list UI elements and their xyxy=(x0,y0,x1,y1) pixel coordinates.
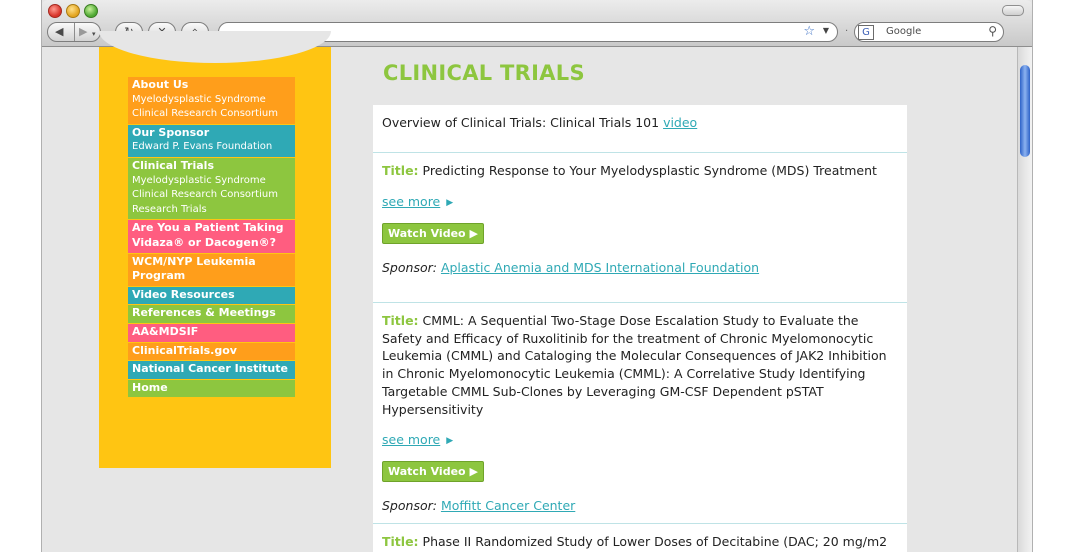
sponsor-label: Sponsor: xyxy=(382,259,437,275)
sponsor-label: Sponsor: xyxy=(382,498,437,514)
watch-video-button[interactable]: Watch Video ▶ xyxy=(382,222,484,244)
title-label: Title: xyxy=(382,534,419,549)
web-page: About Us Myelodysplastic Syndrome Clinica… xyxy=(42,31,1018,552)
trial-item: Title: Predicting Response to Your Myelo… xyxy=(373,153,907,303)
sidebar-menu: About Us Myelodysplastic Syndrome Clinica… xyxy=(128,77,295,398)
play-icon: ▶ xyxy=(469,226,478,240)
watch-video-label: Watch Video xyxy=(388,465,466,479)
play-icon: ▶ xyxy=(469,465,478,479)
back-arrow-icon[interactable]: ◀ xyxy=(55,25,63,39)
nav-divider xyxy=(74,23,75,41)
watch-video-label: Watch Video xyxy=(388,226,466,240)
url-dropdown-icon[interactable]: ▼ xyxy=(823,26,829,35)
see-more-text[interactable]: see more xyxy=(382,194,440,209)
close-window-button[interactable] xyxy=(48,4,62,18)
search-engine-icon[interactable]: G xyxy=(858,25,874,40)
search-field[interactable]: G Google ⚲ xyxy=(854,22,1004,42)
sidebar-item-label: Video Resources xyxy=(132,287,235,301)
sponsor-line: Sponsor: Moffitt Cancer Center xyxy=(382,498,898,513)
trial-title: Title: Phase II Randomized Study of Lowe… xyxy=(382,533,898,552)
sponsor-link[interactable]: Aplastic Anemia and MDS International Fo… xyxy=(441,260,759,275)
page-title: CLINICAL TRIALS xyxy=(383,61,585,85)
play-arrow-icon[interactable]: ▶ xyxy=(446,198,453,208)
search-placeholder: Google xyxy=(886,26,922,37)
sidebar-item-sublabel: Myelodysplastic Syndrome Clinical Resear… xyxy=(132,93,278,120)
toolbar-separator: · xyxy=(845,26,849,37)
trial-title-text: Phase II Randomized Study of Lower Doses… xyxy=(382,534,888,552)
see-more-link[interactable]: see more ▶ xyxy=(382,432,898,447)
trial-title: Title: Predicting Response to Your Myelo… xyxy=(382,162,898,180)
browser-window: ◀ ▶ ▾ ↻ ✕ ⌂ ☆ ▼ · G Google ⚲ About UsMye… xyxy=(41,0,1033,552)
sidebar-item-label: Are You a Patient Taking Vidaza® or Daco… xyxy=(132,221,284,249)
see-more-text[interactable]: see more xyxy=(382,432,440,447)
sidebar-item-label: Clinical Trials xyxy=(132,158,214,172)
scrollbar-thumb[interactable] xyxy=(1020,65,1030,157)
overview-row: Overview of Clinical Trials: Clinical Tr… xyxy=(373,105,907,153)
see-more-link[interactable]: see more ▶ xyxy=(382,194,898,209)
title-label: Title: xyxy=(382,313,419,328)
sidebar-item[interactable]: WCM/NYP Leukemia Program xyxy=(128,253,295,286)
sidebar-item[interactable]: Video Resources xyxy=(128,286,295,305)
sidebar-item[interactable]: Our Sponsor Edward P. Evans Foundation xyxy=(128,124,295,157)
sidebar-item-label: National Cancer Institute xyxy=(132,362,288,376)
vertical-scrollbar[interactable] xyxy=(1017,47,1032,552)
sidebar-item-label: About Us xyxy=(132,78,189,91)
sidebar-item-sublabel: Edward P. Evans Foundation xyxy=(132,141,273,153)
maximize-window-button[interactable] xyxy=(84,4,98,18)
sidebar-item-label: WCM/NYP Leukemia Program xyxy=(132,254,256,283)
sidebar-item[interactable]: ClinicalTrials.gov xyxy=(128,342,295,361)
sidebar-item[interactable]: About Us Myelodysplastic Syndrome Clinica… xyxy=(128,77,295,124)
sidebar-item-label: AA&MDSIF xyxy=(132,324,199,338)
history-dropdown-icon[interactable]: ▾ xyxy=(92,27,96,41)
trial-item: Title: Phase II Randomized Study of Lowe… xyxy=(373,524,907,552)
sidebar-item-label: Home xyxy=(132,380,168,394)
forward-arrow-icon[interactable]: ▶ xyxy=(79,25,87,39)
trial-title: Title: CMML: A Sequential Two-Stage Dose… xyxy=(382,312,898,418)
title-label: Title: xyxy=(382,163,419,178)
sponsor-line: Sponsor: Aplastic Anemia and MDS Interna… xyxy=(382,260,898,275)
sidebar-item[interactable]: AA&MDSIF xyxy=(128,323,295,342)
trial-title-text: Predicting Response to Your Myelodysplas… xyxy=(422,163,877,178)
sidebar-item[interactable]: References & Meetings xyxy=(128,305,295,323)
trial-title-text: CMML: A Sequential Two-Stage Dose Escala… xyxy=(382,313,887,417)
trials-list: Overview of Clinical Trials: Clinical Tr… xyxy=(373,105,907,552)
toolbar-toggle-button[interactable] xyxy=(1002,5,1024,16)
watch-video-button[interactable]: Watch Video ▶ xyxy=(382,461,484,483)
sidebar-item[interactable]: Home xyxy=(128,379,295,398)
minimize-window-button[interactable] xyxy=(66,4,80,18)
sidebar-item-label: References & Meetings xyxy=(132,306,276,320)
sidebar-item[interactable]: Clinical Trials Myelodysplastic Syndrome … xyxy=(128,157,295,220)
overview-video-link[interactable]: video xyxy=(663,115,697,130)
bookmark-star-icon[interactable]: ☆ xyxy=(803,24,815,39)
back-forward-group: ◀ ▶ ▾ xyxy=(47,22,101,42)
play-arrow-icon[interactable]: ▶ xyxy=(446,436,453,446)
sidebar-item-sublabel: Myelodysplastic Syndrome Clinical Resear… xyxy=(132,174,278,215)
sponsor-link[interactable]: Moffitt Cancer Center xyxy=(441,498,575,513)
sidebar-item-label: Our Sponsor xyxy=(132,125,210,139)
sidebar-item[interactable]: Are You a Patient Taking Vidaza® or Daco… xyxy=(128,220,295,253)
trial-item: Title: CMML: A Sequential Two-Stage Dose… xyxy=(373,303,907,524)
overview-text: Overview of Clinical Trials: Clinical Tr… xyxy=(382,115,660,130)
search-icon[interactable]: ⚲ xyxy=(988,24,997,38)
sidebar-item[interactable]: National Cancer Institute xyxy=(128,361,295,379)
sidebar-item-label: ClinicalTrials.gov xyxy=(132,343,237,357)
